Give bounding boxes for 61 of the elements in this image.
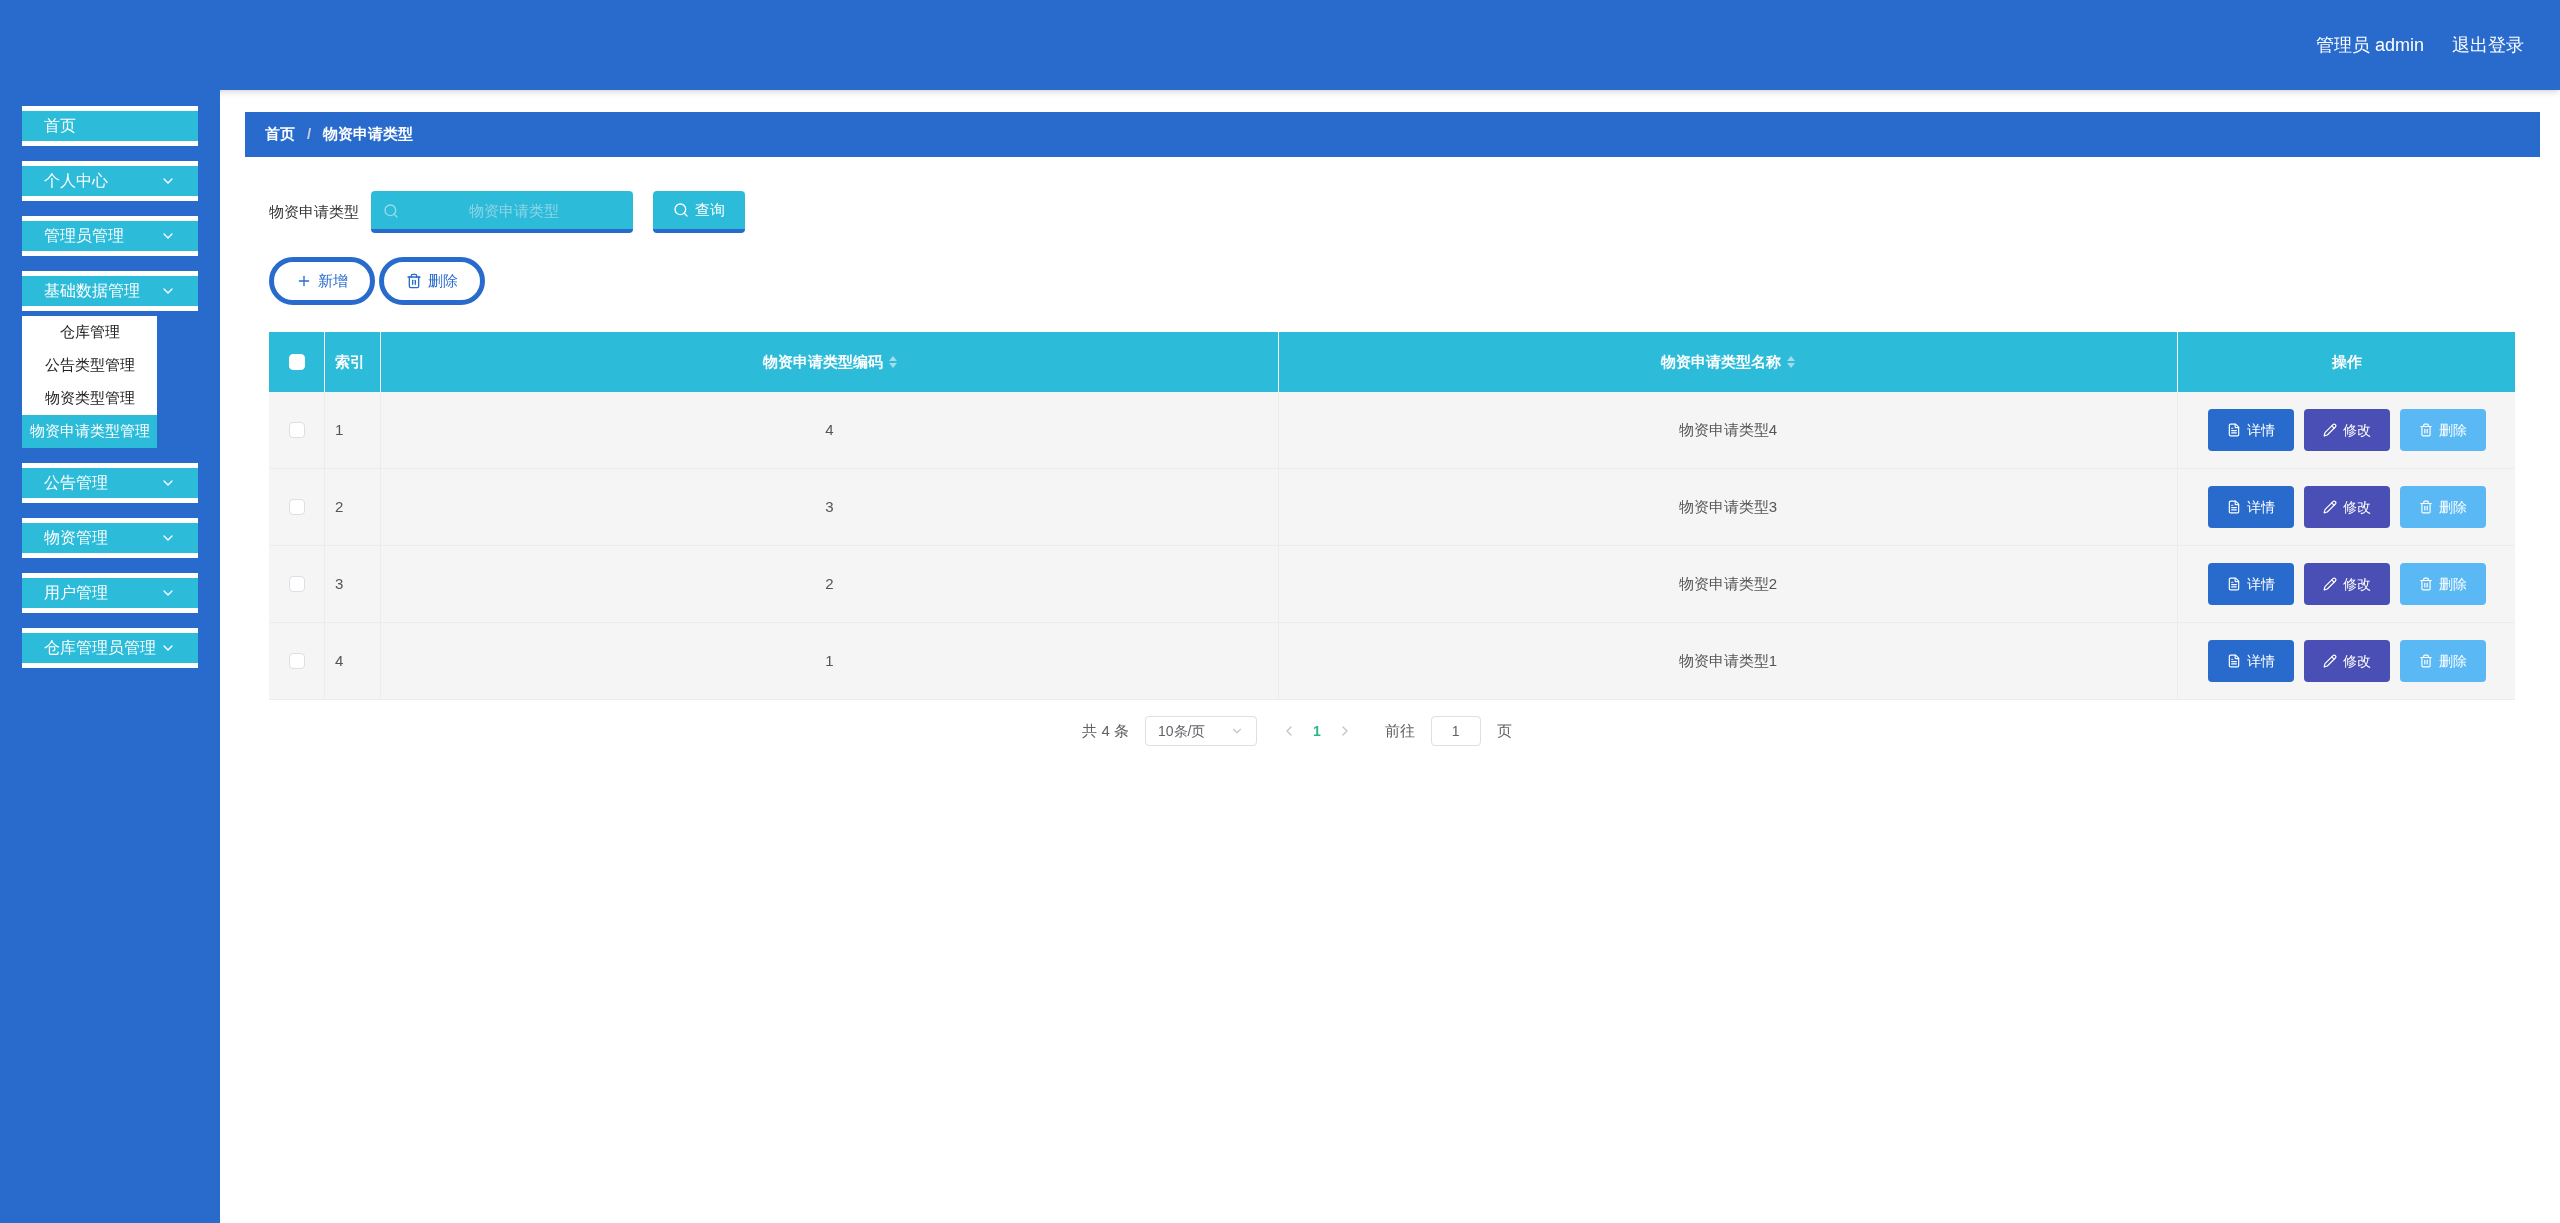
- table-cell: 4: [381, 392, 1279, 468]
- goto-label: 前往: [1384, 720, 1415, 741]
- breadcrumb-item[interactable]: 首页: [265, 123, 295, 146]
- trash-icon: [406, 273, 422, 289]
- checkbox[interactable]: [288, 422, 305, 438]
- table-cell: 4: [325, 623, 381, 699]
- delete-button[interactable]: 删除: [379, 257, 485, 305]
- user-label: 管理员 admin: [2315, 33, 2424, 57]
- table-cell: 物资申请类型3: [1279, 469, 2178, 545]
- page-size-select[interactable]: 10条/页: [1144, 716, 1257, 746]
- checkbox[interactable]: [288, 653, 305, 669]
- goto-page-field[interactable]: 1: [1430, 716, 1481, 746]
- pencil-icon: [2322, 654, 2337, 668]
- edit-button[interactable]: 修改: [2303, 486, 2390, 528]
- table-cell: 3: [381, 469, 1279, 545]
- detail-button[interactable]: 详情: [2207, 640, 2294, 682]
- detail-button[interactable]: 详情: [2207, 563, 2294, 605]
- pencil-icon: [2322, 500, 2337, 514]
- search-icon: [673, 202, 689, 218]
- table-cell: 物资申请类型4: [1279, 392, 2178, 468]
- column-header: 操作: [2330, 351, 2363, 372]
- pencil-icon: [2322, 423, 2337, 437]
- checkbox[interactable]: [288, 576, 305, 592]
- document-icon: [2226, 654, 2241, 668]
- pencil-icon: [2322, 577, 2337, 591]
- detail-button[interactable]: 详情: [2207, 409, 2294, 451]
- search-icon: [383, 203, 399, 219]
- table-cell: 物资申请类型2: [1279, 546, 2178, 622]
- trash-icon: [2418, 577, 2433, 591]
- document-icon: [2226, 577, 2241, 591]
- add-button[interactable]: 新增: [269, 257, 375, 305]
- edit-button[interactable]: 修改: [2303, 563, 2390, 605]
- search-label: 物资申请类型: [269, 201, 359, 222]
- breadcrumb-separator: /: [307, 124, 312, 145]
- table-cell: 1: [381, 623, 1279, 699]
- logout-link[interactable]: 退出登录: [2452, 31, 2524, 59]
- table-cell: 物资申请类型1: [1279, 623, 2178, 699]
- table-cell: 1: [325, 392, 381, 468]
- edit-button[interactable]: 修改: [2303, 409, 2390, 451]
- trash-icon: [2418, 654, 2433, 668]
- total-count: 共 4 条: [1082, 720, 1129, 741]
- detail-button[interactable]: 详情: [2207, 486, 2294, 528]
- page-number[interactable]: 1: [1312, 720, 1321, 742]
- document-icon: [2226, 500, 2241, 514]
- checkbox[interactable]: [288, 499, 305, 515]
- submenu-item[interactable]: 仓库管理: [22, 316, 157, 349]
- edit-button[interactable]: 修改: [2303, 640, 2390, 682]
- goto-suffix: 页: [1496, 720, 1512, 741]
- table-cell: 3: [325, 546, 381, 622]
- search-field[interactable]: 物资申请类型: [371, 191, 633, 233]
- table-cell: 2: [325, 469, 381, 545]
- sort-icon: [888, 356, 897, 368]
- document-icon: [2226, 423, 2241, 437]
- trash-icon: [2418, 500, 2433, 514]
- plus-icon: [296, 273, 312, 289]
- trash-icon: [2418, 423, 2433, 437]
- submenu-item[interactable]: 公告类型管理: [22, 349, 157, 382]
- breadcrumb-item: 物资申请类型: [323, 124, 414, 145]
- sort-icon: [1787, 356, 1795, 368]
- submenu-item[interactable]: 物资类型管理: [22, 382, 157, 415]
- table-cell: 2: [381, 546, 1279, 622]
